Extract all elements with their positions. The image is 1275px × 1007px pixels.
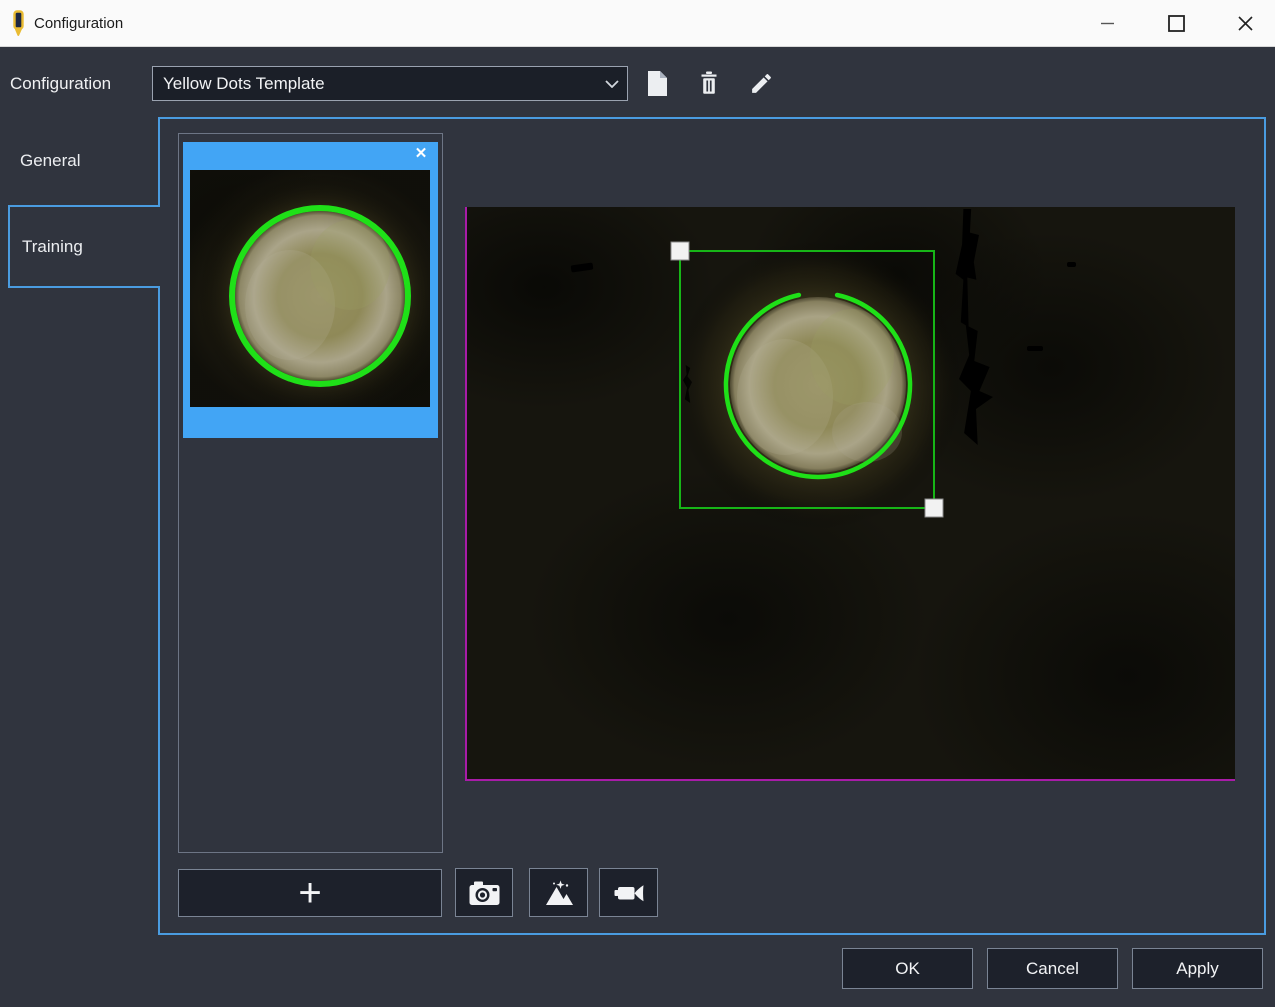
camera-icon [468,879,501,907]
edit-template-button[interactable] [740,62,782,104]
add-sample-button[interactable]: + [178,869,442,917]
close-icon [1238,16,1253,31]
trash-icon [699,71,719,95]
chevron-down-icon [597,80,627,88]
apply-button[interactable]: Apply [1132,948,1263,989]
window-title: Configuration [34,0,123,47]
training-sample-thumbnail[interactable]: ✕ [183,142,438,438]
image-mountains-icon [543,879,575,907]
capture-photo-button[interactable] [455,868,513,917]
pencil-icon [749,71,774,96]
load-image-button[interactable] [529,868,588,917]
document-icon [647,70,668,97]
tab-general-label: General [20,151,80,170]
new-template-button[interactable] [636,62,678,104]
cancel-button[interactable]: Cancel [987,948,1118,989]
maximize-icon [1168,15,1185,32]
remove-sample-button[interactable]: ✕ [412,145,430,163]
tab-training[interactable]: Training [8,205,160,288]
minimize-button[interactable] [1084,0,1130,47]
close-button[interactable] [1222,0,1268,47]
video-camera-icon [613,879,645,907]
template-dropdown[interactable]: Yellow Dots Template [152,66,628,101]
titlebar: Configuration [0,0,1275,47]
tab-general[interactable]: General [8,117,158,205]
maximize-button[interactable] [1153,0,1199,47]
template-dropdown-value: Yellow Dots Template [153,74,597,94]
ok-button[interactable]: OK [842,948,973,989]
sample-thumbnail-image [190,170,430,407]
tab-training-label: Training [22,237,83,256]
configuration-label: Configuration [10,66,111,101]
training-preview-canvas[interactable] [465,207,1235,781]
resize-handle-bottom-right[interactable] [925,499,943,517]
delete-template-button[interactable] [688,62,730,104]
resize-handle-top-left[interactable] [671,242,689,260]
configuration-dialog: Configuration Configuration Yellow Dots … [0,0,1275,1007]
minimize-icon [1101,22,1114,25]
capture-video-button[interactable] [599,868,658,917]
app-pen-icon [11,10,26,38]
